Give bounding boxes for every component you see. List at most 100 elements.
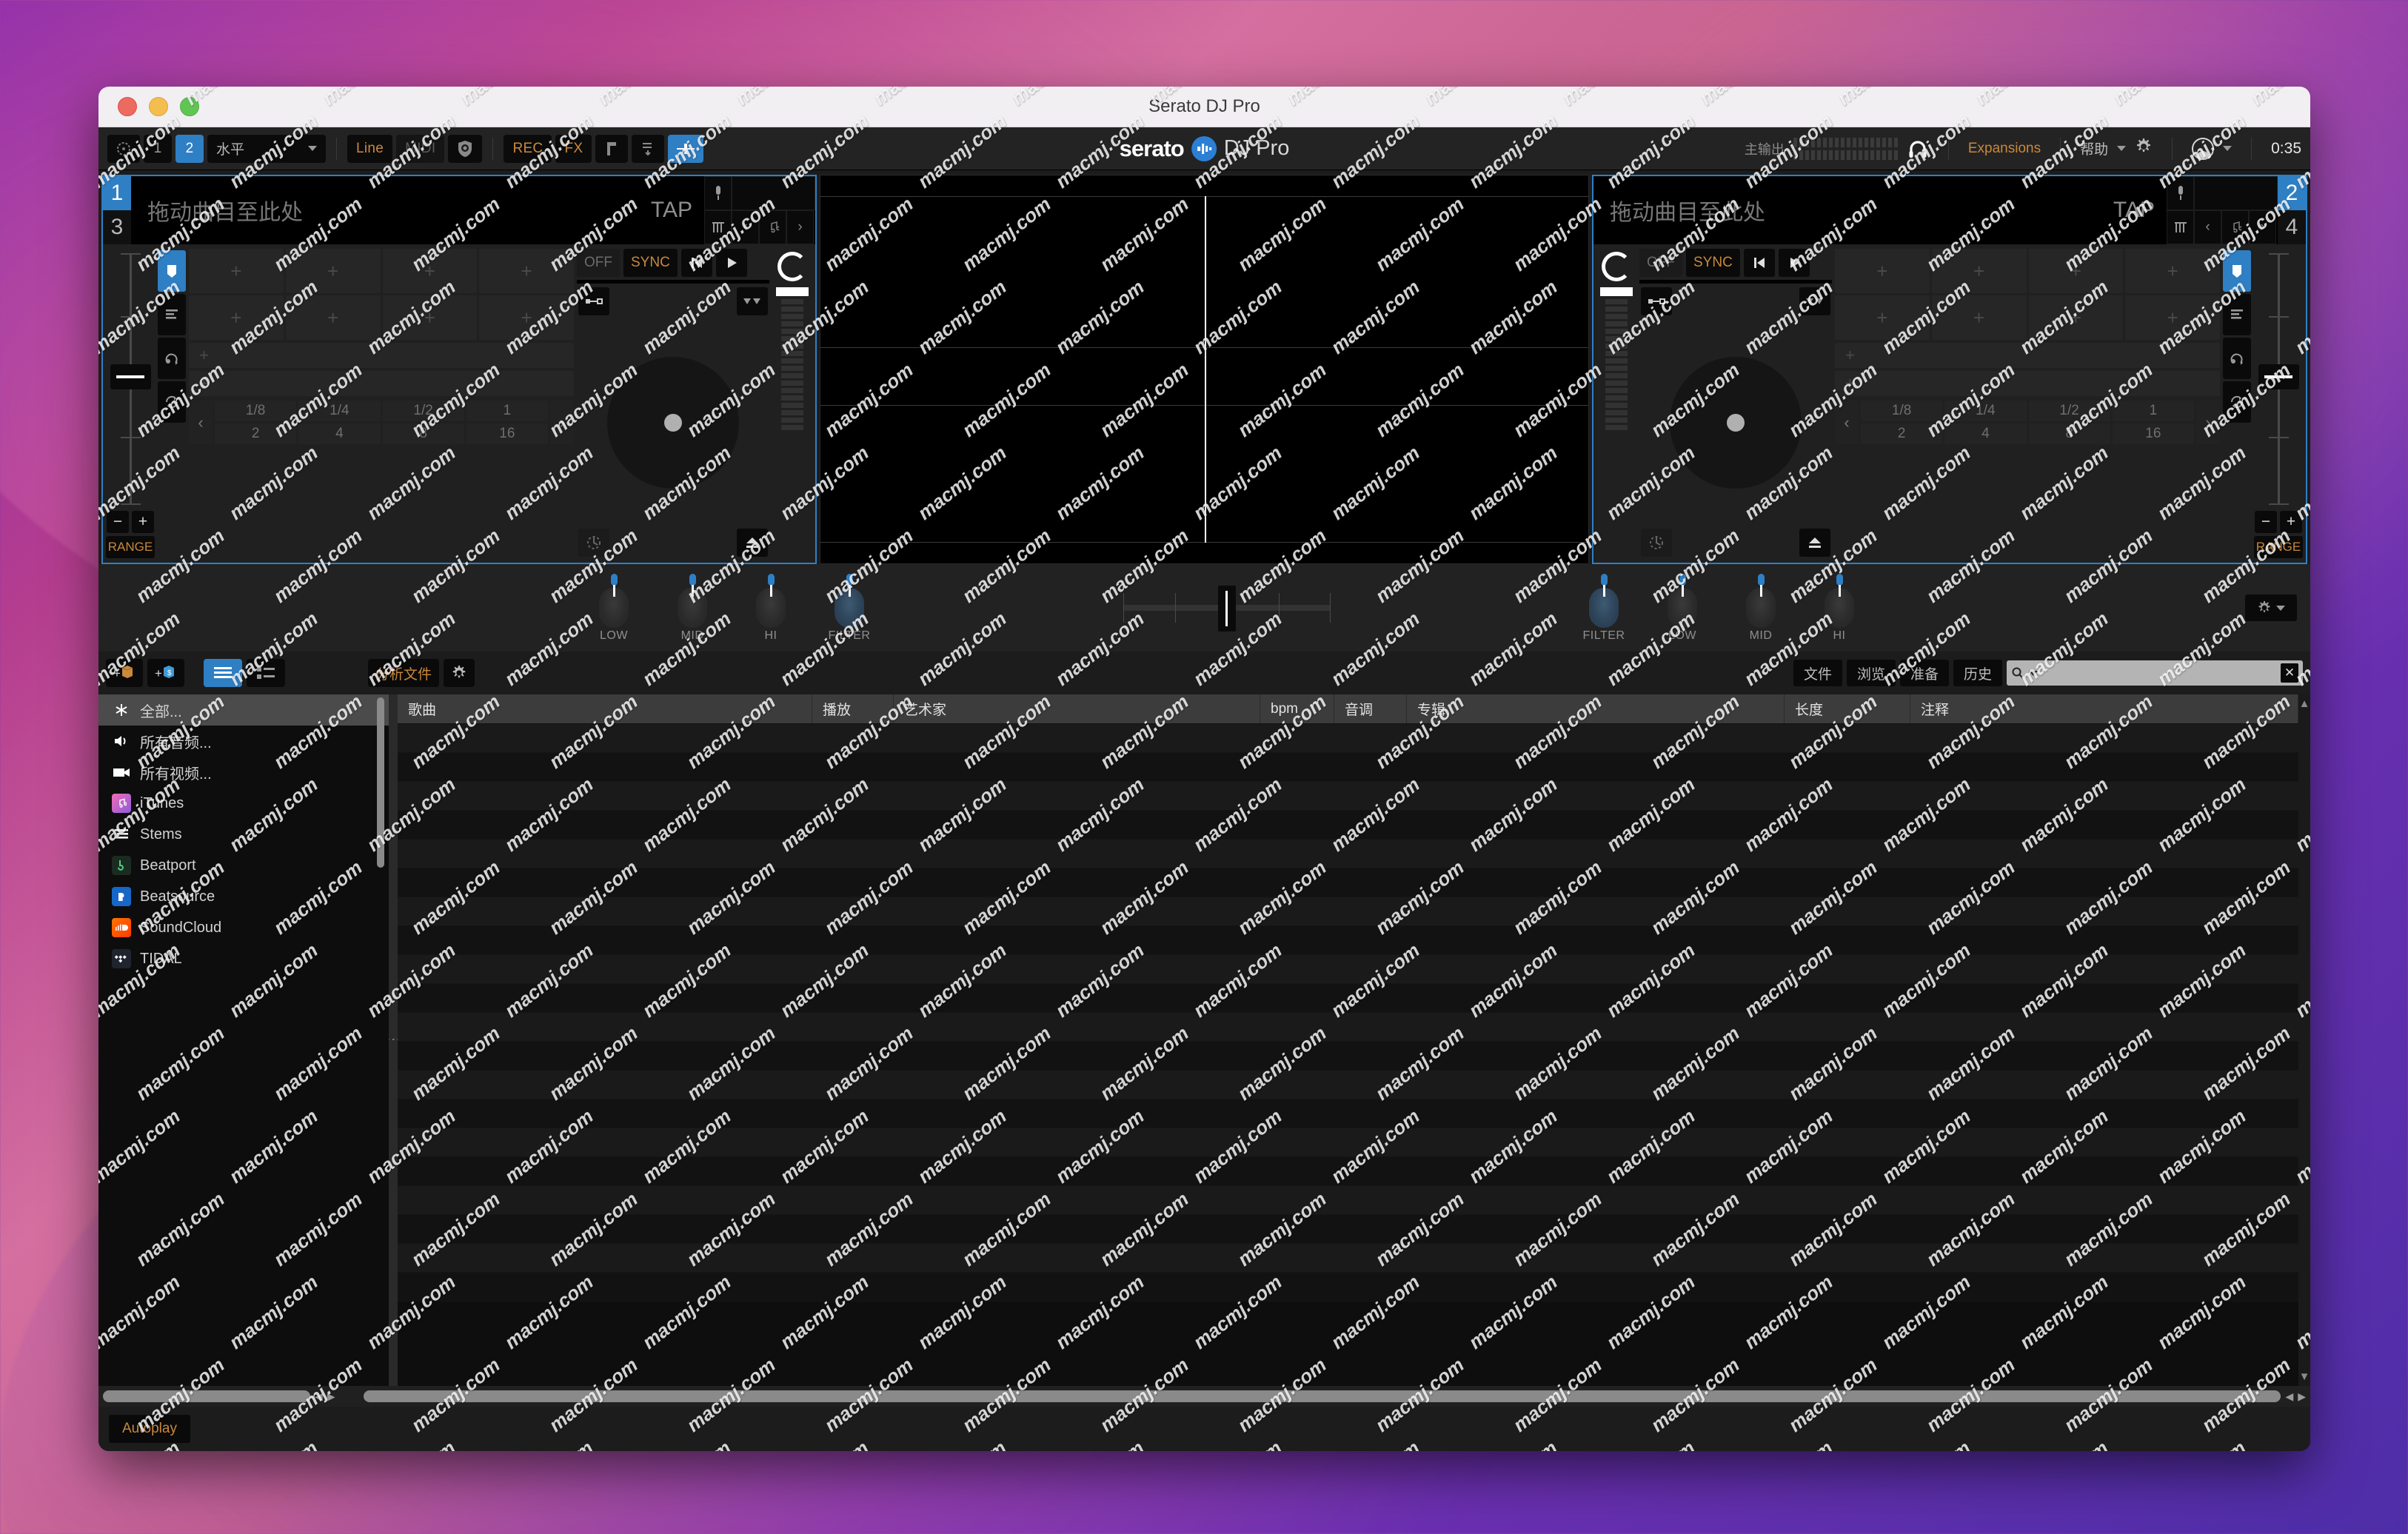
knob-body[interactable] [678,584,707,628]
gain-knob[interactable] [777,252,807,281]
deck-right-pitch-fader[interactable]: − + RANGE [2254,249,2303,558]
pad[interactable]: + [1835,249,1930,293]
add-smart-crate-button[interactable]: + $ [147,659,184,687]
deck-right-progress[interactable] [1639,280,1832,284]
sidebar-resize-handle[interactable]: ⋮ [385,694,401,1386]
table-row[interactable] [398,897,2298,926]
waveform-display[interactable] [820,175,1589,564]
knob-body[interactable] [835,584,864,628]
knob-filter-right[interactable]: FILTER [1583,573,1625,643]
music-note-icon[interactable] [759,210,786,244]
loop-size-cell[interactable]: 1/4 [1944,401,2027,421]
loop-size-cell[interactable]: 8 [2028,423,2110,444]
analyze-files-button[interactable]: 分析文件 [368,659,440,687]
library-view-list-button[interactable] [204,659,242,687]
slip-icon[interactable] [1641,529,1672,557]
column-header-comment[interactable]: 注释 [1910,694,2298,723]
tab-browse[interactable]: 浏览 [1846,660,1896,686]
sidebar-item-tidal[interactable]: TIDAL [98,943,389,974]
table-row[interactable] [398,984,2298,1013]
table-row[interactable] [398,1244,2298,1273]
chevron-down-icon[interactable] [2029,670,2038,676]
pad[interactable]: + [382,249,478,293]
mic-icon[interactable] [2167,176,2194,210]
loop-size-cell[interactable]: 2 [215,423,297,444]
table-row[interactable] [398,1273,2298,1302]
column-header-album[interactable]: 专辑 [1407,694,1785,723]
table-row[interactable] [398,868,2298,897]
pitch-track[interactable] [2258,253,2299,505]
sync-off-button[interactable]: OFF [1639,249,1682,277]
table-row[interactable] [398,811,2298,840]
loop-size-cell[interactable]: 8 [382,423,464,444]
table-row[interactable] [398,840,2298,868]
knob-body[interactable] [1589,584,1619,628]
pitch-range-button[interactable]: RANGE [2254,536,2303,558]
next-track-icon[interactable]: › [2249,210,2276,244]
deck-1-button[interactable]: 1 [103,176,131,210]
keylock-icon[interactable] [1641,287,1672,315]
sidebar-hscrollbar[interactable] [103,1390,310,1402]
pitch-up-button[interactable]: + [132,511,154,533]
prev-track-icon[interactable]: ‹ [2194,210,2221,244]
cue-button[interactable] [1743,249,1775,277]
knob-body[interactable] [1825,584,1854,628]
library-view-split-button[interactable] [247,659,285,687]
eject-button[interactable] [737,529,768,557]
table-row[interactable] [398,724,2298,753]
table-row[interactable] [398,955,2298,984]
sidebar-item-soundcloud[interactable]: SoundCloud [98,912,389,943]
autoloop-mode-button[interactable] [2223,294,2251,335]
table-row[interactable] [398,1099,2298,1128]
channel-fader-handle[interactable] [1600,287,1633,296]
sampler-mode-button[interactable] [158,381,186,423]
pitch-handle[interactable] [2258,364,2299,389]
table-row[interactable] [398,1128,2298,1157]
sidebar-item-stems[interactable]: Stems [98,819,389,850]
expansions-button[interactable]: Expansions [1968,141,2041,157]
pad[interactable]: + [2125,295,2220,340]
sampler-mode-button[interactable] [2223,381,2251,423]
decks-2-button[interactable]: 2 [175,134,204,163]
table-row[interactable] [398,1157,2298,1186]
loop-size-cell[interactable]: 1/2 [2028,401,2110,421]
pad[interactable]: + [2028,249,2124,293]
deck-4-button[interactable]: 4 [2278,210,2306,244]
knob-body[interactable] [756,584,786,628]
table-row[interactable] [398,1071,2298,1099]
sidebar-item-all-audio[interactable]: 所有音频... [98,726,389,757]
fx-button[interactable]: FX [555,134,592,163]
pad[interactable]: + [479,295,574,340]
table-row[interactable] [398,753,2298,782]
table-hscrollbar[interactable] [363,1390,2281,1402]
sidebar-scrollbar[interactable] [377,697,384,868]
loop-size-cell[interactable]: 4 [298,423,381,444]
pitch-range-button[interactable]: RANGE [106,536,155,558]
table-vertical-scrollbar[interactable]: ▲ ▼ [2298,694,2310,1386]
pad[interactable]: + [1835,295,1930,340]
loop-size-cell[interactable]: 16 [466,423,548,444]
knob-mid-left[interactable]: MID [673,573,712,643]
sidebar-item-beatsource[interactable]: Beatsource [98,881,389,912]
pad[interactable]: + [479,249,574,293]
avatar-icon[interactable] [2192,137,2215,160]
tab-prepare[interactable]: 准备 [1899,660,1949,686]
deck-3-button[interactable]: 3 [103,210,131,244]
loop-size-cell[interactable]: 1 [2112,401,2194,421]
pad-bar[interactable]: + [1835,371,2220,396]
table-row[interactable] [398,1013,2298,1042]
pad[interactable]: + [285,295,381,340]
search-input[interactable] [2042,665,2276,681]
knob-body[interactable] [599,584,629,628]
tab-history[interactable]: 历史 [1953,660,2002,686]
knob-hi-right[interactable]: HI [1820,573,1859,643]
deck-right-tap-button[interactable]: TAP [2101,176,2167,244]
autoplay-button[interactable]: Autoplay [109,1415,190,1443]
tab-files[interactable]: 文件 [1793,660,1842,686]
midi-button[interactable]: MIDI [396,134,445,163]
prev-track-icon[interactable]: ‹ [732,210,759,244]
knob-low-right[interactable]: LOW [1663,573,1702,643]
censor-icon[interactable] [737,287,768,315]
pitch-down-button[interactable]: − [107,511,129,533]
column-header-key[interactable]: 音调 [1334,694,1407,723]
